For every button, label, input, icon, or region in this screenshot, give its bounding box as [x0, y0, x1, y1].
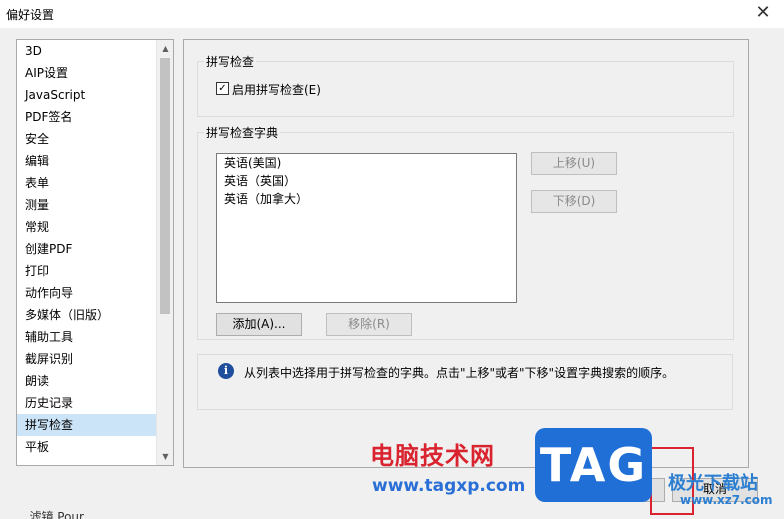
watermark-tag-logo: TAG — [535, 428, 652, 502]
dictionary-group-label: 拼写检查字典 — [204, 124, 281, 141]
category-item[interactable]: 多媒体（旧版） — [17, 304, 157, 326]
category-item[interactable]: PDF签名 — [17, 106, 157, 128]
category-scrollbar[interactable]: ▲ ▼ — [156, 40, 173, 465]
settings-panel: 拼写检查 ✓ 启用拼写检查(E) 拼写检查字典 英语(美国) 英语（英国） 英语… — [183, 39, 749, 468]
info-icon: i — [218, 363, 234, 379]
category-item[interactable]: 辅助工具 — [17, 326, 157, 348]
enable-spellcheck-checkbox[interactable]: ✓ — [216, 82, 229, 95]
category-item[interactable]: 安全 — [17, 128, 157, 150]
remove-button[interactable]: 移除(R) — [326, 313, 412, 336]
category-item[interactable]: 平板 — [17, 436, 157, 458]
move-down-button[interactable]: 下移(D) — [531, 190, 617, 213]
category-item[interactable]: 表单 — [17, 172, 157, 194]
add-button[interactable]: 添加(A)... — [216, 313, 302, 336]
category-item[interactable]: 常规 — [17, 216, 157, 238]
dictionary-item[interactable]: 英语（英国） — [217, 172, 516, 190]
move-up-button[interactable]: 上移(U) — [531, 152, 617, 175]
scroll-thumb[interactable] — [160, 58, 170, 314]
scroll-up-icon[interactable]: ▲ — [157, 40, 173, 57]
watermark-site-url: www.tagxp.com — [372, 476, 526, 496]
category-items: 3D AIP设置 JavaScript PDF签名 安全 编辑 表单 测量 常规 创建PDF 打印动… — [17, 40, 157, 458]
category-item[interactable]: 历史记录 — [17, 392, 157, 414]
category-item[interactable]: AIP设置 — [17, 62, 157, 84]
category-item[interactable]: 朗读 — [17, 370, 157, 392]
dictionary-list[interactable]: 英语(美国) 英语（英国） 英语（加拿大） — [216, 153, 517, 303]
category-item[interactable]: JavaScript — [17, 84, 157, 106]
title-bar: 偏好设置 ✕ — [0, 0, 784, 28]
category-list[interactable]: 3D AIP设置 JavaScript PDF签名 安全 编辑 表单 测量 常规 创建PDF 打印动… — [16, 39, 174, 466]
info-text: 从列表中选择用于拼写检查的字典。点击"上移"或者"下移"设置字典搜索的顺序。 — [244, 366, 675, 380]
watermark-site-name: 电脑技术网 — [370, 442, 495, 470]
enable-spellcheck-label: 启用拼写检查(E) — [232, 83, 321, 97]
category-item[interactable]: 3D — [17, 40, 157, 62]
category-item[interactable]: 动作向导 — [17, 282, 157, 304]
info-box: i 从列表中选择用于拼写检查的字典。点击"上移"或者"下移"设置字典搜索的顺序。 — [197, 354, 733, 410]
category-item[interactable]: 截屏识别 — [17, 348, 157, 370]
dictionary-item[interactable]: 英语（加拿大） — [217, 190, 516, 208]
close-button[interactable]: ✕ — [752, 3, 774, 25]
dictionary-item[interactable]: 英语(美国) — [217, 154, 516, 172]
scroll-down-icon[interactable]: ▼ — [157, 448, 173, 465]
window-title: 偏好设置 — [6, 8, 55, 22]
spellcheck-group-label: 拼写检查 — [204, 53, 257, 70]
watermark-logo-name: 极光下载站 — [668, 473, 758, 494]
background-window-text: ...滤镜 Pour — [18, 510, 84, 519]
category-item[interactable]: 编辑 — [17, 150, 157, 172]
category-item[interactable]: 拼写检查 — [17, 414, 157, 436]
category-item[interactable]: 打印 — [17, 260, 157, 282]
category-item[interactable]: 测量 — [17, 194, 157, 216]
category-item[interactable]: 创建PDF — [17, 238, 157, 260]
watermark-logo-url: www.xz7.com — [680, 493, 773, 507]
